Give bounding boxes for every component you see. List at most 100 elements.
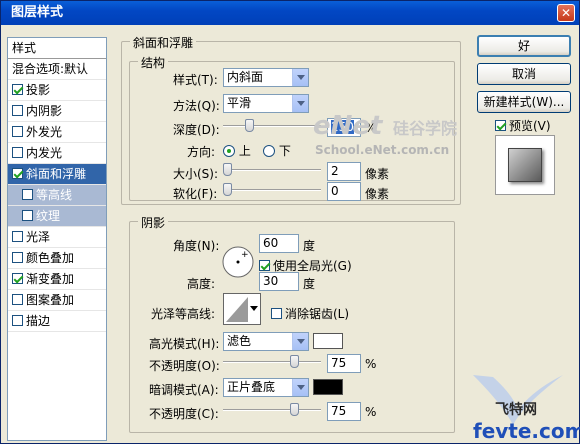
direction-down-label: 下 <box>278 144 291 158</box>
technique-label: 方法(Q): <box>173 99 220 113</box>
angle-dial-icon[interactable]: + <box>221 245 255 279</box>
new-style-button[interactable]: 新建样式(W)... <box>477 91 571 113</box>
slider-thumb[interactable] <box>290 403 299 416</box>
style-item-label: 外发光 <box>26 125 63 139</box>
highlight-opacity-slider[interactable] <box>223 355 321 369</box>
style-item-checkbox[interactable] <box>12 126 23 137</box>
style-item-label: 纹理 <box>36 209 61 223</box>
technique-select-value: 平滑 <box>227 96 252 110</box>
highlight-mode-select[interactable]: 滤色 <box>223 332 309 351</box>
style-item-checkbox[interactable] <box>12 147 23 158</box>
style-item[interactable]: 纹理 <box>8 206 106 227</box>
size-input[interactable]: 2 <box>327 162 361 181</box>
slider-thumb[interactable] <box>223 183 232 196</box>
style-item-label: 渐变叠加 <box>26 272 75 286</box>
style-item[interactable]: 等高线 <box>8 185 106 206</box>
antialias-label: 消除锯齿(L) <box>285 307 350 321</box>
style-item[interactable]: 投影 <box>8 80 106 101</box>
shadow-opacity-input[interactable]: 75 <box>327 402 361 421</box>
preview-label: 预览(V) <box>509 119 551 133</box>
soften-label: 软化(F): <box>173 187 218 201</box>
styles-header: 样式 <box>8 38 106 59</box>
style-item-label: 内发光 <box>26 146 63 160</box>
highlight-opacity-input[interactable]: 75 <box>327 354 361 373</box>
direction-up-option[interactable]: 上 <box>223 142 251 159</box>
shadow-mode-label: 暗调模式(A): <box>149 383 219 397</box>
close-icon[interactable]: ✕ <box>557 4 575 22</box>
structure-title: 结构 <box>138 54 169 71</box>
ok-button[interactable]: 好 <box>477 35 571 57</box>
technique-select[interactable]: 平滑 <box>223 94 309 113</box>
style-item-checkbox[interactable] <box>12 252 23 263</box>
radio-down[interactable] <box>263 145 275 157</box>
soften-unit: 像素 <box>365 187 390 201</box>
style-item[interactable]: 光泽 <box>8 227 106 248</box>
style-item-checkbox[interactable] <box>22 189 33 200</box>
slider-track <box>223 409 321 411</box>
angle-input[interactable]: 60 <box>259 234 299 253</box>
style-label: 样式(T): <box>173 73 218 87</box>
highlight-color-swatch[interactable] <box>313 333 343 349</box>
contour-preview-icon <box>226 297 248 322</box>
style-item-checkbox[interactable] <box>12 84 23 95</box>
preview-option[interactable]: 预览(V) <box>495 117 551 134</box>
highlight-opacity-label: 不透明度(O): <box>149 359 220 373</box>
style-item-label: 光泽 <box>26 230 51 244</box>
style-item-checkbox[interactable] <box>12 231 23 242</box>
shading-title: 阴影 <box>138 214 169 231</box>
style-item-checkbox[interactable] <box>12 105 23 116</box>
style-item-checkbox[interactable] <box>12 294 23 305</box>
global-light-label: 使用全局光(G) <box>273 259 352 273</box>
shadow-color-swatch[interactable] <box>313 379 343 395</box>
depth-unit: % <box>365 121 377 135</box>
feite-logo-icon <box>473 375 563 425</box>
chevron-down-icon[interactable] <box>292 379 308 396</box>
style-item[interactable]: 描边 <box>8 311 106 332</box>
soften-slider[interactable] <box>223 183 321 197</box>
preview-checkbox[interactable] <box>495 120 506 131</box>
size-slider[interactable] <box>223 163 321 177</box>
title-bar[interactable]: 图层样式 ✕ <box>1 1 579 25</box>
blending-options-item[interactable]: 混合选项:默认 <box>8 59 106 80</box>
depth-input[interactable]: 250 <box>327 118 361 137</box>
shadow-mode-select[interactable]: 正片叠底 <box>223 378 309 397</box>
direction-down-option[interactable]: 下 <box>263 142 291 159</box>
style-item[interactable]: 内阴影 <box>8 101 106 122</box>
shadow-opacity-unit: % <box>365 405 377 419</box>
style-item-checkbox[interactable] <box>12 315 23 326</box>
radio-up[interactable] <box>223 145 235 157</box>
slider-thumb[interactable] <box>223 163 232 176</box>
cancel-button[interactable]: 取消 <box>477 63 571 85</box>
gloss-contour-picker[interactable] <box>223 293 261 325</box>
style-item[interactable]: 斜面和浮雕 <box>8 164 106 185</box>
style-item-label: 斜面和浮雕 <box>26 167 87 181</box>
antialias-option[interactable]: 消除锯齿(L) <box>271 305 349 322</box>
slider-thumb[interactable] <box>290 355 299 368</box>
chevron-down-icon[interactable] <box>292 69 308 86</box>
style-item-checkbox[interactable] <box>12 273 23 284</box>
style-item[interactable]: 外发光 <box>8 122 106 143</box>
soften-input[interactable]: 0 <box>327 182 361 201</box>
style-item[interactable]: 渐变叠加 <box>8 269 106 290</box>
style-item[interactable]: 颜色叠加 <box>8 248 106 269</box>
style-item-label: 图案叠加 <box>26 293 75 307</box>
layer-style-dialog: 图层样式 ✕ 样式 混合选项:默认 投影 内阴影外发光内发光斜面和浮雕等高线纹理光… <box>0 0 580 444</box>
shadow-opacity-slider[interactable] <box>223 403 321 417</box>
altitude-input[interactable]: 30 <box>259 272 299 291</box>
slider-track <box>223 125 321 127</box>
chevron-down-icon[interactable] <box>292 95 308 112</box>
altitude-label: 高度: <box>187 277 216 291</box>
style-item-checkbox[interactable] <box>22 210 33 221</box>
style-item[interactable]: 图案叠加 <box>8 290 106 311</box>
antialias-checkbox[interactable] <box>271 308 282 319</box>
depth-slider[interactable] <box>223 119 321 133</box>
global-light-checkbox[interactable] <box>259 260 270 271</box>
style-item-checkbox[interactable] <box>12 168 23 179</box>
angle-unit: 度 <box>303 239 316 253</box>
chevron-down-icon[interactable] <box>292 333 308 350</box>
style-select[interactable]: 内斜面 <box>223 68 309 87</box>
chevron-down-icon[interactable] <box>250 306 258 311</box>
slider-thumb[interactable] <box>245 119 254 132</box>
style-item-label: 等高线 <box>36 188 73 202</box>
style-item[interactable]: 内发光 <box>8 143 106 164</box>
